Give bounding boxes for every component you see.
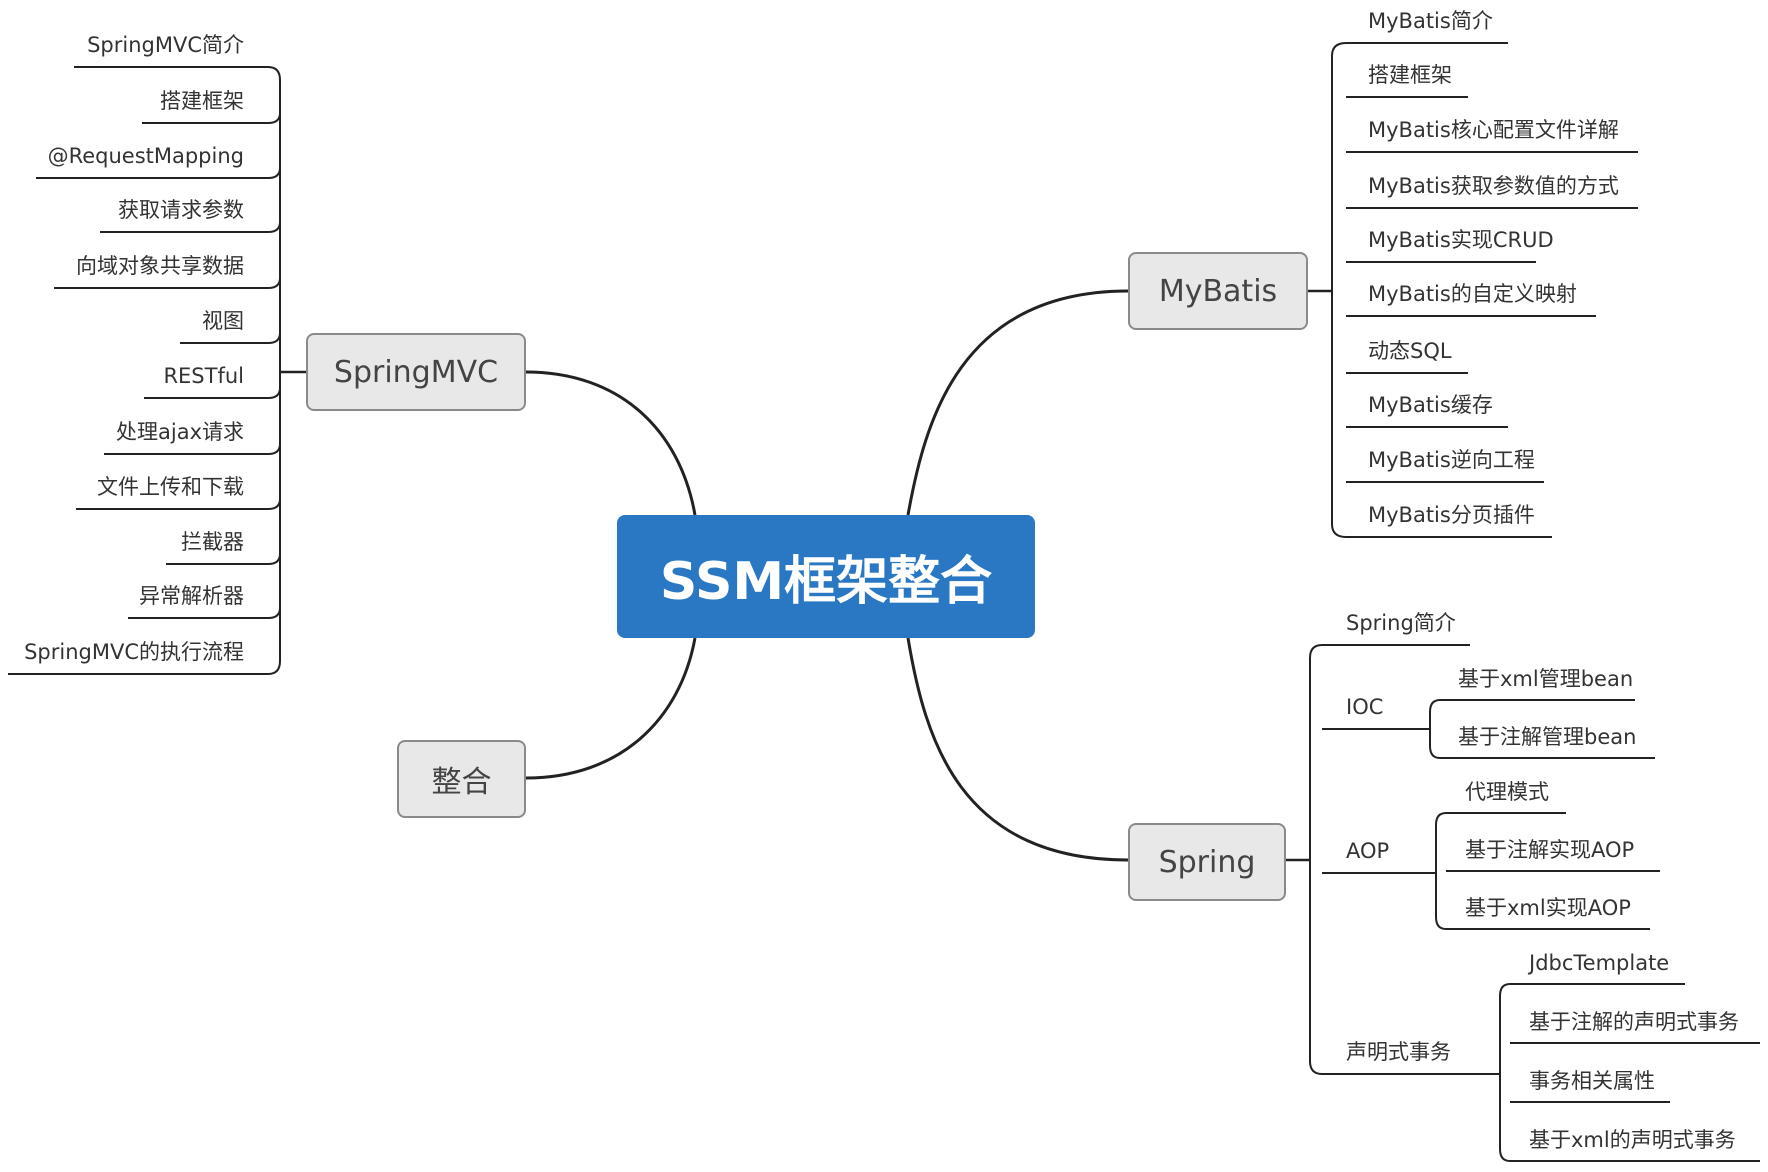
bracket-joint <box>267 498 281 510</box>
bracket-joint <box>267 277 281 289</box>
bracket-joint <box>267 112 281 124</box>
bracket-joint <box>267 553 281 565</box>
springmvc-topic[interactable]: RESTful <box>163 364 244 388</box>
mybatis-topic[interactable]: MyBatis分页插件 <box>1368 503 1535 527</box>
bracket-joint <box>267 221 281 233</box>
springmvc-topic[interactable]: 异常解析器 <box>139 584 244 608</box>
mybatis-topic[interactable]: MyBatis简介 <box>1368 9 1493 33</box>
mybatis-topic[interactable]: MyBatis的自定义映射 <box>1368 282 1577 306</box>
tx-bracket <box>1499 983 1511 1162</box>
spring-bracket <box>1309 644 1323 1075</box>
springmvc-topic[interactable]: 处理ajax请求 <box>116 420 244 444</box>
spring-ioc-topic[interactable]: 基于注解管理bean <box>1458 725 1636 749</box>
spring-tx-topic[interactable]: JdbcTemplate <box>1529 951 1669 975</box>
branch-zhenghe[interactable]: 整合 <box>397 740 526 818</box>
mybatis-topic[interactable]: 动态SQL <box>1368 339 1452 363</box>
spring-tx-topic[interactable]: 基于注解的声明式事务 <box>1529 1010 1739 1034</box>
spring-subtopic-tx[interactable]: 声明式事务 <box>1346 1040 1451 1064</box>
bracket-joint <box>267 332 281 344</box>
springmvc-topic[interactable]: 向域对象共享数据 <box>76 254 244 278</box>
mybatis-bracket <box>1331 42 1347 538</box>
springmvc-topic[interactable]: SpringMVC的执行流程 <box>24 640 244 664</box>
spring-aop-topic[interactable]: 基于注解实现AOP <box>1465 838 1634 862</box>
springmvc-topic[interactable]: 拦截器 <box>181 530 244 554</box>
mybatis-topic[interactable]: 搭建框架 <box>1368 63 1452 87</box>
springmvc-topic[interactable]: SpringMVC简介 <box>87 33 244 57</box>
springmvc-topic[interactable]: @RequestMapping <box>48 144 244 168</box>
mybatis-topic[interactable]: MyBatis获取参数值的方式 <box>1368 174 1619 198</box>
bracket-joint <box>267 607 281 619</box>
bracket-joint <box>267 167 281 179</box>
bracket-joint <box>267 443 281 455</box>
spring-tx-topic[interactable]: 事务相关属性 <box>1529 1069 1655 1093</box>
ioc-bracket <box>1429 699 1441 759</box>
branch-mybatis[interactable]: MyBatis <box>1128 252 1308 330</box>
curve-spring <box>906 637 1129 862</box>
curve-mybatis <box>906 289 1129 516</box>
spring-subtopic-ioc[interactable]: IOC <box>1346 695 1383 719</box>
aop-bracket <box>1435 812 1447 930</box>
branch-spring[interactable]: Spring <box>1128 823 1286 901</box>
spring-aop-topic[interactable]: 代理模式 <box>1465 780 1549 804</box>
spring-ioc-topic[interactable]: 基于xml管理bean <box>1458 667 1633 691</box>
central-topic[interactable]: SSM框架整合 <box>617 515 1035 638</box>
springmvc-topic[interactable]: 文件上传和下载 <box>97 475 244 499</box>
curve-springmvc <box>525 370 697 516</box>
springmvc-bracket <box>267 66 281 675</box>
spring-aop-topic[interactable]: 基于xml实现AOP <box>1465 896 1631 920</box>
mybatis-topic[interactable]: MyBatis缓存 <box>1368 393 1493 417</box>
spring-topic[interactable]: Spring简介 <box>1346 611 1456 635</box>
springmvc-topic[interactable]: 视图 <box>202 309 244 333</box>
mybatis-topic[interactable]: MyBatis实现CRUD <box>1368 228 1554 252</box>
mindmap-canvas: SSM框架整合 SpringMVC 整合 MyBatis Spring Spri… <box>0 0 1768 1172</box>
branch-springmvc[interactable]: SpringMVC <box>306 333 526 411</box>
curve-zhenghe <box>525 637 697 780</box>
spring-tx-topic[interactable]: 基于xml的声明式事务 <box>1529 1128 1736 1152</box>
mybatis-topic[interactable]: MyBatis逆向工程 <box>1368 448 1535 472</box>
springmvc-topic[interactable]: 获取请求参数 <box>118 198 244 222</box>
bracket-joint <box>267 387 281 399</box>
spring-subtopic-aop[interactable]: AOP <box>1346 839 1389 863</box>
springmvc-topic[interactable]: 搭建框架 <box>160 89 244 113</box>
mybatis-topic[interactable]: MyBatis核心配置文件详解 <box>1368 118 1619 142</box>
